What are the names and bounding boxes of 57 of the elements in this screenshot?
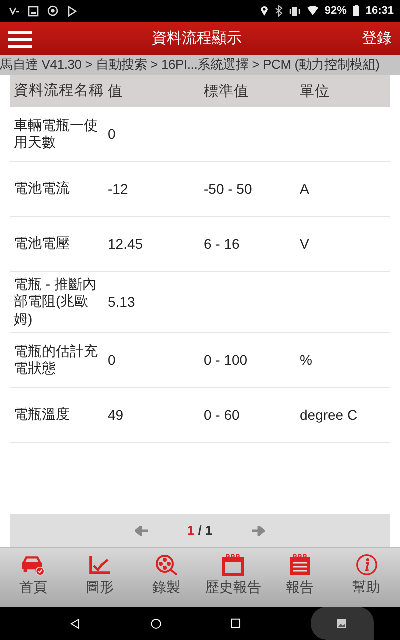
notepad-icon <box>289 554 312 576</box>
table-cell: -12 <box>108 181 128 197</box>
screen-title: 資料流程顯示 <box>151 29 243 48</box>
vibrate-icon <box>288 6 301 16</box>
battery-icon <box>352 5 360 17</box>
table-cell: A <box>300 181 310 197</box>
table-cell: 0 - 60 <box>204 407 240 423</box>
table-cell: 電池電壓 <box>14 235 70 253</box>
column-header: 資料流程名稱 <box>14 82 104 99</box>
table-cell-text: 電瓶 - 推斷內部電阻(兆歐姆) <box>14 276 98 328</box>
table-cell-text: 車輛電瓶一使用天數 <box>14 116 99 152</box>
home-icon[interactable] <box>150 616 162 630</box>
column-header: 值 <box>108 84 123 100</box>
left-arrow-icon[interactable] <box>135 526 150 536</box>
film-reel-icon <box>154 554 179 576</box>
nav-tab[interactable]: 歷史報告 <box>200 548 267 607</box>
nav-tab[interactable]: 首頁 <box>0 548 67 607</box>
table-cell: 49 <box>108 407 124 423</box>
play-icon <box>67 6 77 16</box>
login-button[interactable]: 登錄 <box>362 29 392 48</box>
table-cell: % <box>300 352 312 368</box>
right-arrow-icon[interactable] <box>250 526 265 536</box>
info-icon <box>354 554 379 576</box>
table-cell: 電池電流 <box>14 180 70 198</box>
column-header: 單位 <box>300 84 330 100</box>
image-icon <box>337 618 348 628</box>
table-cell: 12.45 <box>108 236 144 252</box>
calendar-icon <box>222 554 244 576</box>
car-icon <box>20 554 46 576</box>
nav-tab[interactable]: 錄製 <box>133 548 200 607</box>
table-cell: V <box>300 236 310 252</box>
location-icon <box>260 5 269 17</box>
table-cell: 0 <box>108 352 116 368</box>
menu-icon[interactable] <box>8 30 32 48</box>
bluetooth-icon <box>274 5 283 17</box>
screenshot-button[interactable] <box>310 607 374 640</box>
column-header: 標準值 <box>204 84 249 100</box>
recents-icon[interactable] <box>231 617 241 630</box>
wifi-icon <box>306 6 319 16</box>
table-cell: 電瓶溫度 <box>14 406 70 424</box>
nav-tab[interactable]: 報告 <box>266 548 334 607</box>
breadcrumb: 馬自達 V41.30 > 自動搜索 > 16PI...系統選擇 > PCM (動力控制模組) <box>0 55 400 75</box>
line-chart-icon <box>89 554 111 576</box>
table-cell: 0 - 100 <box>204 352 248 368</box>
table-cell: 0 <box>108 126 116 142</box>
page-indicator: 1 / 1 <box>187 523 213 538</box>
clock: 16:31 <box>366 5 394 17</box>
back-icon[interactable] <box>70 616 81 630</box>
table-cell: 5.13 <box>108 294 136 310</box>
battery-percentage: 92% <box>324 5 347 17</box>
table-cell: degree C <box>300 407 358 423</box>
table-cell: -50 - 50 <box>204 181 252 197</box>
table-cell: 6 - 16 <box>204 236 240 252</box>
table-cell-text: 電瓶的估計充電狀態 <box>14 342 99 378</box>
image-icon <box>28 6 39 16</box>
nav-tab[interactable]: 圖形 <box>66 548 134 607</box>
nav-tab[interactable]: 幫助 <box>333 548 400 607</box>
